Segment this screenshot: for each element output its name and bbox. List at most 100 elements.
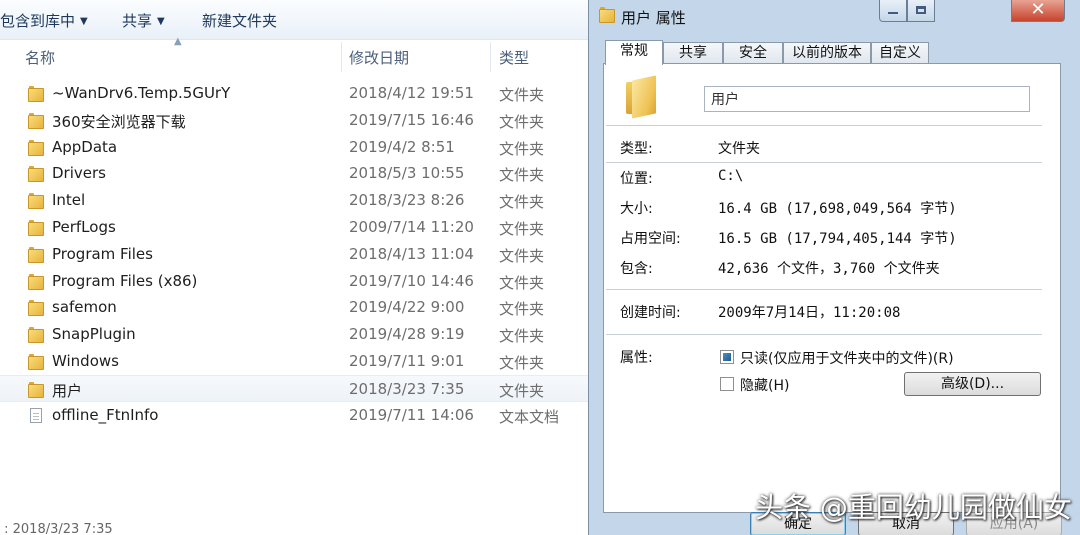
tab-customize[interactable]: 自定义 [871,42,929,64]
sort-ascending-icon: ▲ [174,36,182,47]
tab-previous-versions[interactable]: 以前的版本 [783,42,871,64]
column-divider[interactable] [490,42,491,72]
folder-icon [28,193,44,210]
file-type: 文件夹 [499,381,545,400]
share-label: 共享 [122,12,153,30]
column-divider[interactable] [341,42,342,72]
folder-icon [599,7,615,23]
status-bar-text: : 2018/3/23 7:35 [0,522,113,535]
readonly-checkbox-label[interactable]: 只读(仅应用于文件夹中的文件)(R) [740,348,954,368]
created-value: 2009年7月14日，11:20:08 [718,305,901,321]
file-name: ~WanDrv6.Temp.5GUrY [52,84,231,102]
minimize-button[interactable] [879,0,907,22]
folder-icon [28,246,44,263]
file-name: offline_FtnInfo [52,405,159,424]
file-modified-date: 2019/4/2 8:51 [349,137,455,156]
file-list-row[interactable]: PerfLogs 2009/7/14 11:20 文件夹 [0,214,590,241]
column-header-type[interactable]: 类型 [499,47,529,68]
folder-icon [28,219,44,236]
created-label: 创建时间: [620,305,681,321]
folder-icon [28,86,44,102]
file-list-row[interactable]: SnapPlugin 2019/4/28 9:19 文件夹 [0,321,590,348]
location-label: 位置: [620,171,653,187]
location-value: C:\ [718,168,744,184]
general-tab-panel [603,63,1061,513]
size-on-disk-label: 占用空间: [620,231,681,247]
folder-icon [28,327,44,344]
contains-value: 42,636 个文件，3,760 个文件夹 [718,261,940,277]
type-label: 类型: [620,141,653,157]
size-label: 大小: [620,201,653,217]
hidden-checkbox[interactable] [720,377,734,391]
file-list-row[interactable]: ~WanDrv6.Temp.5GUrY 2018/4/12 19:51 文件夹 [0,80,590,107]
folder-name-input[interactable] [704,86,1030,112]
size-on-disk-value: 16.5 GB (17,794,405,144 字节) [718,231,957,247]
file-list-row[interactable]: Program Files (x86) 2019/7/10 14:46 文件夹 [0,268,590,295]
contains-label: 包含: [620,261,653,277]
file-name: Program Files (x86) [52,271,198,290]
readonly-checkbox[interactable] [720,350,734,364]
file-name: Program Files [52,244,153,263]
include-in-library-label: 包含到库中 [0,12,76,30]
file-modified-date: 2019/7/11 14:06 [349,405,474,424]
column-header-date[interactable]: 修改日期 [349,47,409,68]
include-in-library-button[interactable]: 包含到库中 ▼ [0,10,88,31]
file-name: AppData [52,137,118,156]
type-value: 文件夹 [718,141,760,157]
tab-security[interactable]: 安全 [723,42,783,64]
advanced-button[interactable]: 高级(D)... [904,372,1041,396]
file-list-row[interactable]: offline_FtnInfo 2019/7/11 14:06 文本文档 [0,402,590,429]
file-modified-date: 2018/4/13 11:04 [349,244,474,263]
tab-general[interactable]: 常规 [605,40,663,65]
close-button[interactable]: ✕ [1011,0,1065,22]
file-type: 文件夹 [499,273,545,292]
file-modified-date: 2009/7/14 11:20 [349,217,474,236]
maximize-icon [916,6,926,14]
file-name: 360安全浏览器下载 [52,112,186,131]
file-type: 文件夹 [499,246,545,265]
file-list-row[interactable]: Intel 2018/3/23 8:26 文件夹 [0,187,590,214]
attributes-label: 属性: [620,350,653,366]
file-type: 文件夹 [499,353,545,372]
file-list-row[interactable]: safemon 2019/4/22 9:00 文件夹 [0,294,590,321]
folder-icon [28,273,44,290]
divider [606,162,1042,163]
file-name: 用户 [52,381,83,400]
tab-sharing[interactable]: 共享 [663,42,723,64]
file-type: 文件夹 [499,139,545,158]
file-modified-date: 2018/3/23 7:35 [349,379,465,398]
file-list-row[interactable]: Windows 2019/7/11 9:01 文件夹 [0,348,590,375]
column-header-name[interactable]: 名称 [25,47,55,68]
divider [606,289,1042,290]
file-type: 文本文档 [499,407,560,426]
folder-icon [28,166,44,183]
maximize-button[interactable] [907,0,935,22]
file-type: 文件夹 [499,300,545,319]
file-modified-date: 2019/4/22 9:00 [349,298,465,317]
file-list-row[interactable]: 360安全浏览器下载 2019/7/15 16:46 文件夹 [0,107,590,134]
share-button[interactable]: 共享 ▼ [122,10,165,31]
file-modified-date: 2019/7/10 14:46 [349,271,474,290]
new-folder-button[interactable]: 新建文件夹 [202,10,277,31]
file-list-row[interactable]: 用户 2018/3/23 7:35 文件夹 [0,374,590,402]
chevron-down-icon: ▼ [157,16,165,27]
divider [606,334,1042,335]
file-name: Intel [52,191,86,210]
folder-icon [624,75,658,119]
folder-icon [28,353,44,370]
file-name: safemon [52,298,117,317]
size-value: 16.4 GB (17,698,049,564 字节) [718,201,957,217]
file-list-row[interactable]: AppData 2019/4/2 8:51 文件夹 [0,134,590,161]
file-type: 文件夹 [499,112,545,131]
watermark: 头条 @重回幼儿园做仙女 [755,491,1072,524]
file-list-row[interactable]: Drivers 2018/5/3 10:55 文件夹 [0,160,590,187]
file-list: ~WanDrv6.Temp.5GUrY 2018/4/12 19:51 文件夹 360… [0,80,590,428]
file-list-row[interactable]: Program Files 2018/4/13 11:04 文件夹 [0,241,590,268]
command-bar: 包含到库中 ▼ 共享 ▼ 新建文件夹 [0,0,590,40]
hidden-checkbox-label[interactable]: 隐藏(H) [740,375,789,395]
close-icon: ✕ [1030,0,1046,20]
file-name: Drivers [52,164,106,183]
folder-icon [28,139,44,156]
file-name: PerfLogs [52,217,116,236]
file-modified-date: 2018/3/23 8:26 [349,191,465,210]
